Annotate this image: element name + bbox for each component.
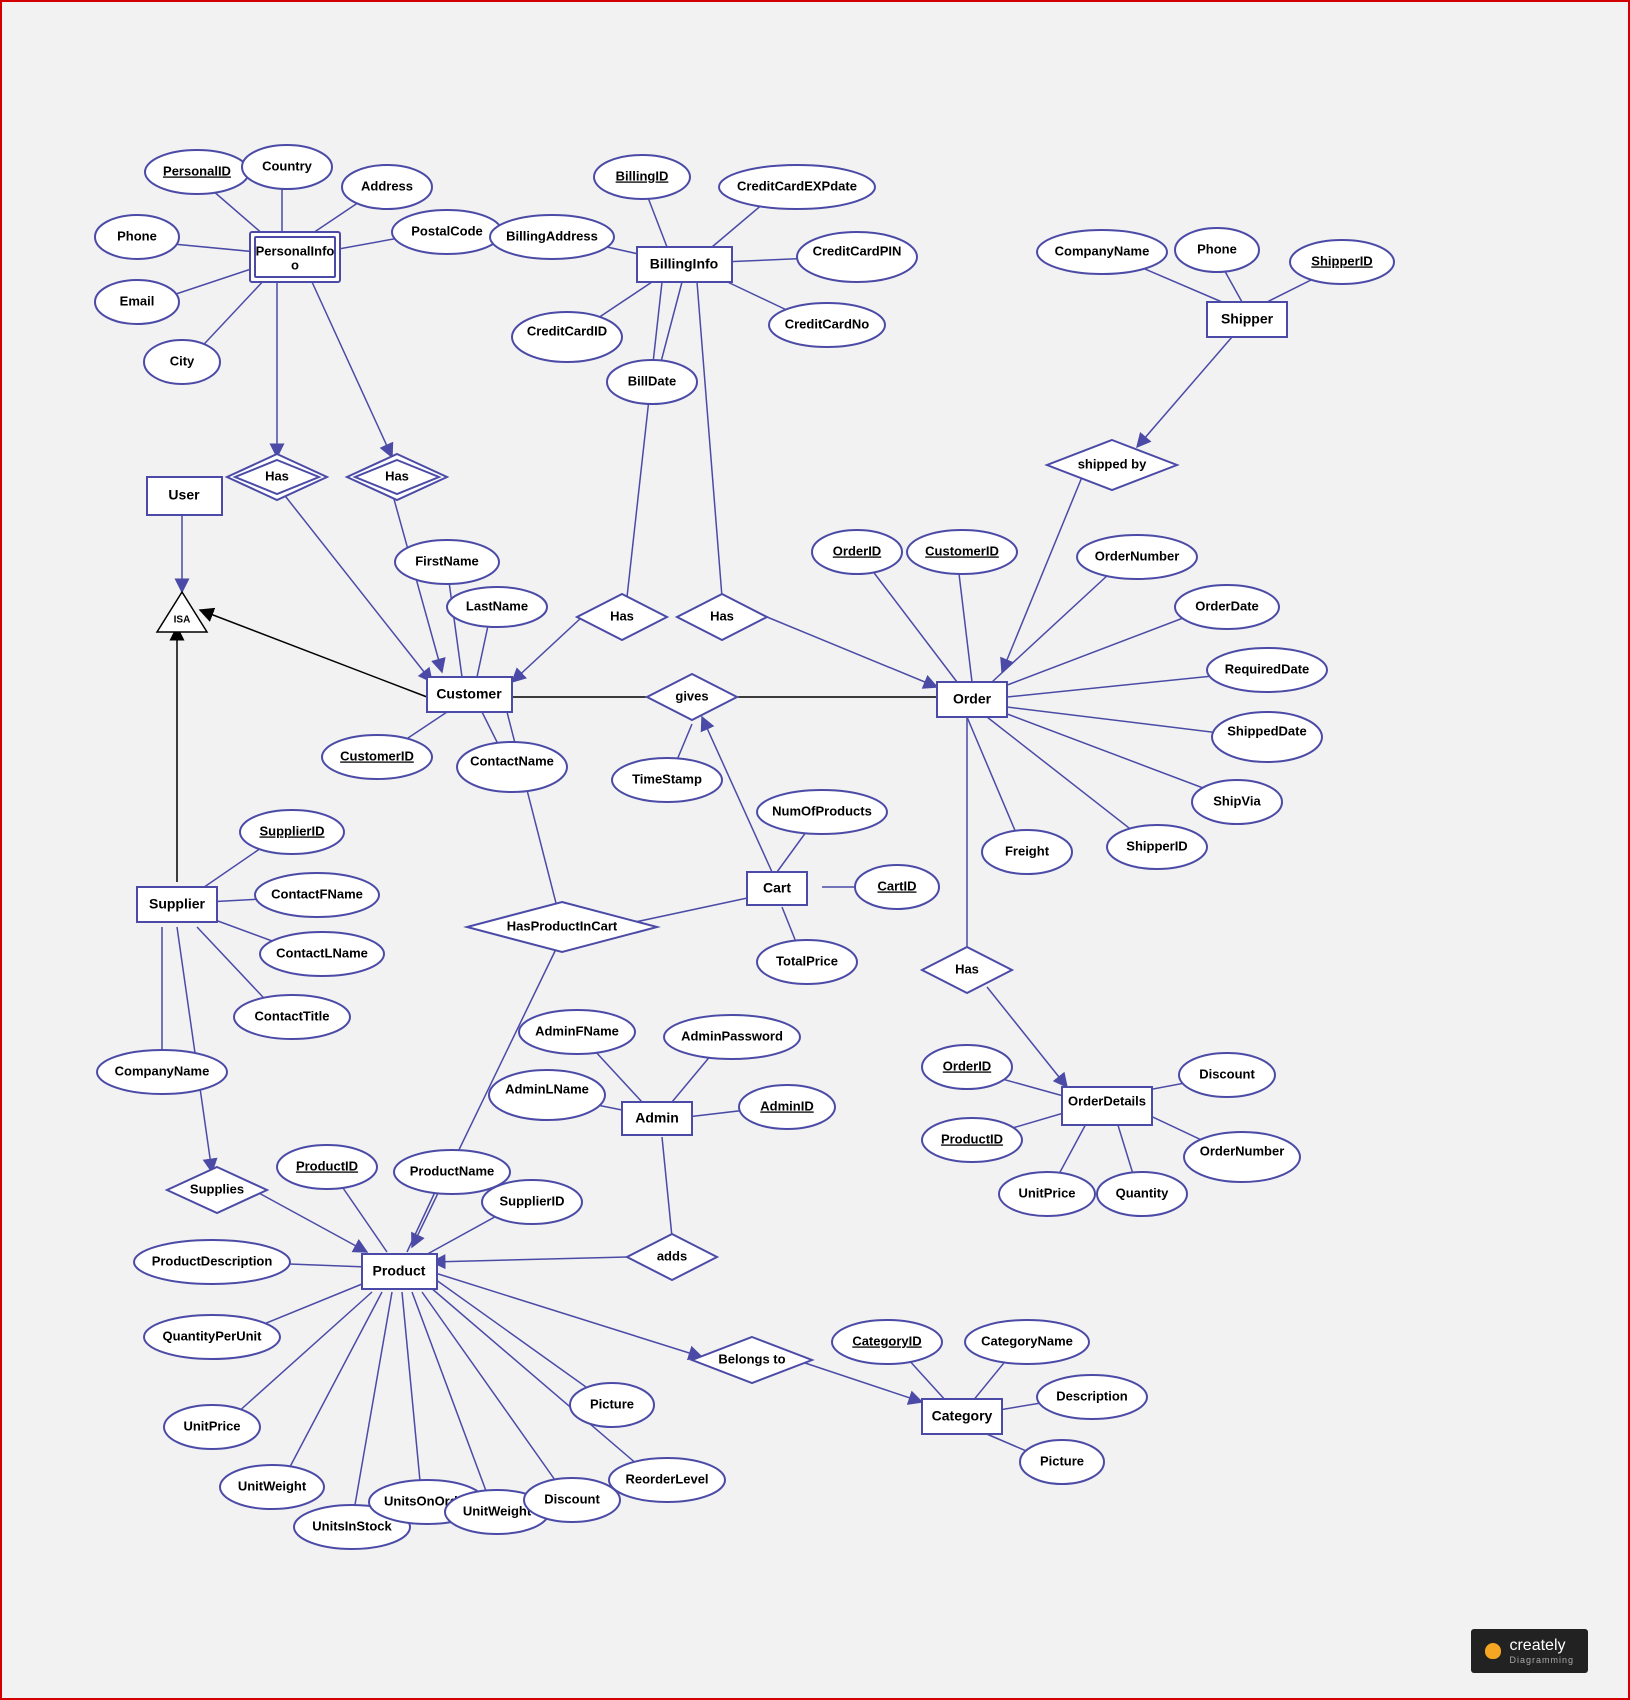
svg-text:CreditCardID: CreditCardID (527, 323, 607, 338)
svg-text:gives: gives (675, 688, 708, 703)
svg-text:Has: Has (955, 961, 979, 976)
svg-text:Supplier: Supplier (149, 896, 206, 912)
svg-text:AdminLName: AdminLName (505, 1081, 589, 1096)
svg-text:Phone: Phone (1197, 241, 1237, 256)
svg-text:OrderNumber: OrderNumber (1200, 1143, 1285, 1158)
svg-text:RequiredDate: RequiredDate (1225, 661, 1310, 676)
svg-text:HasProductInCart: HasProductInCart (507, 918, 618, 933)
svg-text:AdminPassword: AdminPassword (681, 1028, 783, 1043)
svg-text:LastName: LastName (466, 598, 528, 613)
svg-text:Email: Email (120, 293, 155, 308)
svg-text:Discount: Discount (544, 1491, 600, 1506)
svg-text:ReorderLevel: ReorderLevel (625, 1471, 708, 1486)
diagram-frame: PersonalInfo o PersonalID Country Addres… (0, 0, 1630, 1700)
svg-text:CreditCardEXPdate: CreditCardEXPdate (737, 178, 857, 193)
svg-text:Picture: Picture (1040, 1453, 1084, 1468)
svg-text:Customer: Customer (436, 686, 502, 702)
svg-text:Shipper: Shipper (1221, 311, 1274, 327)
svg-text:Order: Order (953, 691, 992, 707)
svg-text:ShipVia: ShipVia (1213, 793, 1261, 808)
svg-text:PostalCode: PostalCode (411, 223, 483, 238)
svg-text:Has: Has (265, 468, 289, 483)
svg-text:Admin: Admin (635, 1110, 679, 1126)
svg-text:Has: Has (610, 608, 634, 623)
svg-text:SupplierID: SupplierID (499, 1193, 564, 1208)
brand-name: creately (1509, 1637, 1565, 1654)
svg-text:ProductID: ProductID (296, 1158, 358, 1173)
svg-text:ContactTitle: ContactTitle (255, 1008, 330, 1023)
svg-text:ISA: ISA (174, 615, 191, 626)
svg-text:BillingInfo: BillingInfo (650, 256, 718, 272)
svg-text:Address: Address (361, 178, 413, 193)
svg-text:CategoryID: CategoryID (852, 1333, 921, 1348)
svg-text:CategoryName: CategoryName (981, 1333, 1073, 1348)
svg-text:OrderNumber: OrderNumber (1095, 548, 1180, 563)
svg-text:Supplies: Supplies (190, 1181, 244, 1196)
svg-text:QuantityPerUnit: QuantityPerUnit (163, 1328, 263, 1343)
relationship-has-2: Has (347, 454, 447, 500)
svg-text:Discount: Discount (1199, 1066, 1255, 1081)
svg-text:AdminID: AdminID (760, 1098, 813, 1113)
svg-text:OrderDetails: OrderDetails (1068, 1093, 1146, 1108)
er-diagram-svg: PersonalInfo o PersonalID Country Addres… (2, 2, 1628, 1698)
svg-text:Category: Category (932, 1408, 993, 1424)
svg-text:CreditCardNo: CreditCardNo (785, 316, 870, 331)
svg-text:ProductID: ProductID (941, 1131, 1003, 1146)
svg-text:FirstName: FirstName (415, 553, 479, 568)
svg-text:Quantity: Quantity (1116, 1185, 1169, 1200)
svg-text:User: User (168, 487, 200, 503)
svg-text:OrderDate: OrderDate (1195, 598, 1259, 613)
svg-text:BillDate: BillDate (628, 373, 676, 388)
svg-text:BillingAddress: BillingAddress (506, 228, 598, 243)
svg-text:UnitPrice: UnitPrice (1018, 1185, 1075, 1200)
svg-text:Picture: Picture (590, 1396, 634, 1411)
creately-logo: creately Diagramming (1471, 1629, 1588, 1673)
svg-text:Has: Has (710, 608, 734, 623)
relationship-has-1: Has (227, 454, 327, 500)
svg-text:ProductName: ProductName (410, 1163, 495, 1178)
svg-text:UnitWeight: UnitWeight (238, 1478, 307, 1493)
svg-text:Has: Has (385, 468, 409, 483)
svg-text:o: o (291, 257, 299, 272)
svg-text:OrderID: OrderID (833, 543, 881, 558)
svg-text:CustomerID: CustomerID (340, 748, 414, 763)
svg-text:adds: adds (657, 1248, 687, 1263)
svg-text:ShippedDate: ShippedDate (1227, 723, 1306, 738)
svg-text:Phone: Phone (117, 228, 157, 243)
svg-text:ContactLName: ContactLName (276, 945, 368, 960)
svg-text:NumOfProducts: NumOfProducts (772, 803, 872, 818)
svg-text:ShipperID: ShipperID (1311, 253, 1372, 268)
svg-text:ProductDescription: ProductDescription (152, 1253, 273, 1268)
svg-text:CustomerID: CustomerID (925, 543, 999, 558)
svg-text:UnitPrice: UnitPrice (183, 1418, 240, 1433)
relationship-isa (157, 592, 207, 632)
svg-text:shipped by: shipped by (1078, 456, 1147, 471)
svg-text:Description: Description (1056, 1388, 1128, 1403)
svg-text:UnitsInStock: UnitsInStock (312, 1518, 392, 1533)
svg-text:Belongs to: Belongs to (718, 1351, 785, 1366)
svg-text:CompanyName: CompanyName (1055, 243, 1150, 258)
svg-text:ContactFName: ContactFName (271, 886, 363, 901)
svg-text:BillingID: BillingID (616, 168, 669, 183)
svg-text:ShipperID: ShipperID (1126, 838, 1187, 853)
svg-text:City: City (170, 353, 195, 368)
brand-tagline: Diagramming (1509, 1655, 1574, 1665)
svg-text:PersonalID: PersonalID (163, 163, 231, 178)
svg-text:OrderID: OrderID (943, 1058, 991, 1073)
svg-text:CreditCardPIN: CreditCardPIN (813, 243, 902, 258)
svg-text:Freight: Freight (1005, 843, 1050, 858)
lightbulb-icon (1485, 1643, 1501, 1659)
svg-text:CompanyName: CompanyName (115, 1063, 210, 1078)
svg-text:CartID: CartID (877, 878, 916, 893)
svg-text:ContactName: ContactName (470, 753, 554, 768)
svg-text:TotalPrice: TotalPrice (776, 953, 838, 968)
svg-text:SupplierID: SupplierID (259, 823, 324, 838)
svg-text:UnitWeight: UnitWeight (463, 1503, 532, 1518)
svg-text:TimeStamp: TimeStamp (632, 771, 702, 786)
entity-personalinfo-label: PersonalInfo (256, 243, 335, 258)
svg-text:Product: Product (373, 1263, 426, 1279)
svg-text:Country: Country (262, 158, 313, 173)
svg-text:AdminFName: AdminFName (535, 1023, 619, 1038)
svg-text:Cart: Cart (763, 880, 791, 896)
